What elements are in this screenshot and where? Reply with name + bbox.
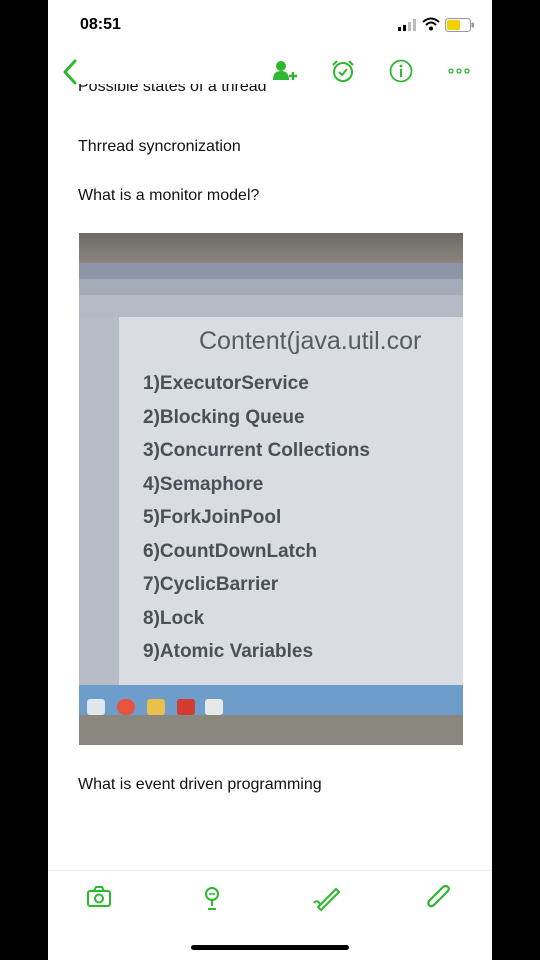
photo-slide-margin	[79, 317, 119, 685]
photo-taskbar-icon	[205, 699, 223, 715]
paperclip-icon[interactable]	[426, 885, 454, 911]
slide-list-item: 8)Lock	[143, 607, 205, 629]
slide-list-item: 7)CyclicBarrier	[143, 574, 279, 595]
attached-photo[interactable]: Content(java.util.cor 1)ExecutorService …	[79, 233, 463, 745]
more-icon[interactable]	[446, 58, 472, 84]
slide-list-item: 9)Atomic Variables	[143, 641, 314, 662]
note-screen: 08:51 Possible states of a thread Thrrea…	[48, 0, 492, 960]
microphone-icon[interactable]	[200, 885, 226, 911]
slide-list-item: 6)CountDownLatch	[143, 540, 318, 562]
photo-monitor-bezel	[79, 233, 463, 263]
slide-title: Content(java.util.cor	[199, 327, 422, 355]
status-bar: 08:51	[48, 0, 492, 50]
slide-list-item: 5)ForkJoinPool	[143, 507, 282, 528]
note-line[interactable]: What is a monitor model?	[78, 187, 259, 205]
photo-address-bar	[79, 279, 463, 295]
photo-monitor-bottom	[79, 715, 463, 745]
add-user-icon[interactable]	[272, 58, 298, 84]
camera-icon[interactable]	[86, 885, 112, 909]
slide-list-item: 3)Concurrent Collections	[143, 440, 370, 461]
photo-taskbar-icon	[117, 699, 135, 715]
status-time: 08:51	[80, 16, 121, 33]
note-line[interactable]: Thrread syncronization	[78, 138, 241, 156]
photo-slide: Content(java.util.cor 1)ExecutorService …	[119, 317, 463, 685]
photo-taskbar-icon	[147, 699, 165, 715]
note-line[interactable]: What is event driven programming	[78, 776, 322, 794]
info-icon[interactable]	[388, 58, 414, 84]
photo-bookmarks-bar	[79, 295, 463, 317]
slide-list-item: 1)ExecutorService	[143, 373, 309, 394]
signal-icon	[398, 19, 416, 31]
back-chevron-icon[interactable]	[60, 58, 80, 86]
photo-taskbar-icon	[177, 699, 195, 715]
note-line-cut-off[interactable]: Possible states of a thread	[78, 84, 267, 104]
bottom-toolbar	[48, 870, 492, 931]
photo-taskbar-icon	[87, 699, 105, 715]
photo-taskbar	[79, 685, 463, 715]
battery-icon	[445, 18, 474, 32]
home-indicator[interactable]	[191, 945, 349, 950]
photo-browser-tabs	[79, 263, 463, 279]
alarm-icon[interactable]	[330, 58, 356, 84]
slide-list-item: 4)Semaphore	[143, 473, 264, 495]
slide-list: 1)ExecutorService 2)Blocking Queue 3)Con…	[143, 373, 370, 675]
wifi-icon	[422, 17, 440, 31]
slide-list-item: 2)Blocking Queue	[143, 406, 305, 428]
pen-icon[interactable]	[312, 885, 342, 911]
